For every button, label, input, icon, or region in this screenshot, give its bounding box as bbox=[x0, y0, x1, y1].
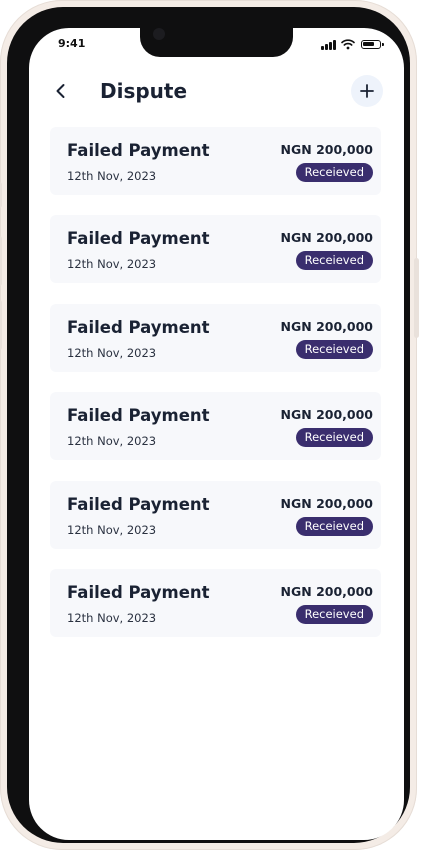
dispute-card[interactable]: Failed Payment 12th Nov, 2023 NGN 200,00… bbox=[50, 127, 381, 195]
chevron-left-icon bbox=[56, 84, 65, 98]
status-badge: Receieved bbox=[295, 428, 373, 447]
camera-icon bbox=[153, 28, 165, 40]
dispute-date: 12th Nov, 2023 bbox=[67, 434, 157, 448]
dispute-title: Failed Payment bbox=[67, 583, 210, 602]
dispute-title: Failed Payment bbox=[67, 406, 210, 425]
signal-icon bbox=[321, 40, 338, 50]
notch bbox=[140, 28, 293, 57]
status-badge: Receieved bbox=[295, 251, 373, 270]
dispute-amount: NGN 200,000 bbox=[280, 584, 373, 599]
phone-bezel: 9:41 Dispute Failed Payment 12th Nov, 20… bbox=[7, 7, 410, 843]
dispute-date: 12th Nov, 2023 bbox=[67, 611, 157, 625]
dispute-title: Failed Payment bbox=[67, 229, 210, 248]
power-button bbox=[414, 258, 419, 338]
back-button[interactable] bbox=[51, 81, 71, 101]
status-icons bbox=[321, 38, 391, 52]
status-time: 9:41 bbox=[58, 37, 86, 50]
dispute-date: 12th Nov, 2023 bbox=[67, 523, 157, 537]
dispute-amount: NGN 200,000 bbox=[280, 319, 373, 334]
wifi-icon bbox=[341, 39, 355, 50]
dispute-title: Failed Payment bbox=[67, 141, 210, 160]
add-dispute-button[interactable] bbox=[351, 75, 383, 107]
dispute-title: Failed Payment bbox=[67, 318, 210, 337]
dispute-card[interactable]: Failed Payment 12th Nov, 2023 NGN 200,00… bbox=[50, 392, 381, 460]
dispute-amount: NGN 200,000 bbox=[280, 407, 373, 422]
status-badge: Receieved bbox=[295, 605, 373, 624]
dispute-date: 12th Nov, 2023 bbox=[67, 346, 157, 360]
mute-switch bbox=[0, 182, 2, 208]
battery-icon bbox=[361, 40, 384, 49]
dispute-card[interactable]: Failed Payment 12th Nov, 2023 NGN 200,00… bbox=[50, 304, 381, 372]
status-badge: Receieved bbox=[295, 517, 373, 536]
dispute-card[interactable]: Failed Payment 12th Nov, 2023 NGN 200,00… bbox=[50, 569, 381, 637]
page-title: Dispute bbox=[100, 79, 188, 103]
dispute-title: Failed Payment bbox=[67, 495, 210, 514]
status-badge: Receieved bbox=[295, 163, 373, 182]
dispute-card[interactable]: Failed Payment 12th Nov, 2023 NGN 200,00… bbox=[50, 481, 381, 549]
volume-up-button bbox=[0, 236, 2, 286]
dispute-card[interactable]: Failed Payment 12th Nov, 2023 NGN 200,00… bbox=[50, 215, 381, 283]
volume-down-button bbox=[0, 300, 2, 350]
screen: 9:41 Dispute Failed Payment 12th Nov, 20… bbox=[29, 28, 404, 840]
dispute-amount: NGN 200,000 bbox=[280, 496, 373, 511]
dispute-amount: NGN 200,000 bbox=[280, 230, 373, 245]
dispute-amount: NGN 200,000 bbox=[280, 142, 373, 157]
plus-icon bbox=[360, 84, 374, 98]
phone-frame: 9:41 Dispute Failed Payment 12th Nov, 20… bbox=[0, 0, 419, 850]
status-badge: Receieved bbox=[295, 340, 373, 359]
dispute-date: 12th Nov, 2023 bbox=[67, 257, 157, 271]
dispute-date: 12th Nov, 2023 bbox=[67, 169, 157, 183]
header: Dispute bbox=[29, 71, 404, 111]
